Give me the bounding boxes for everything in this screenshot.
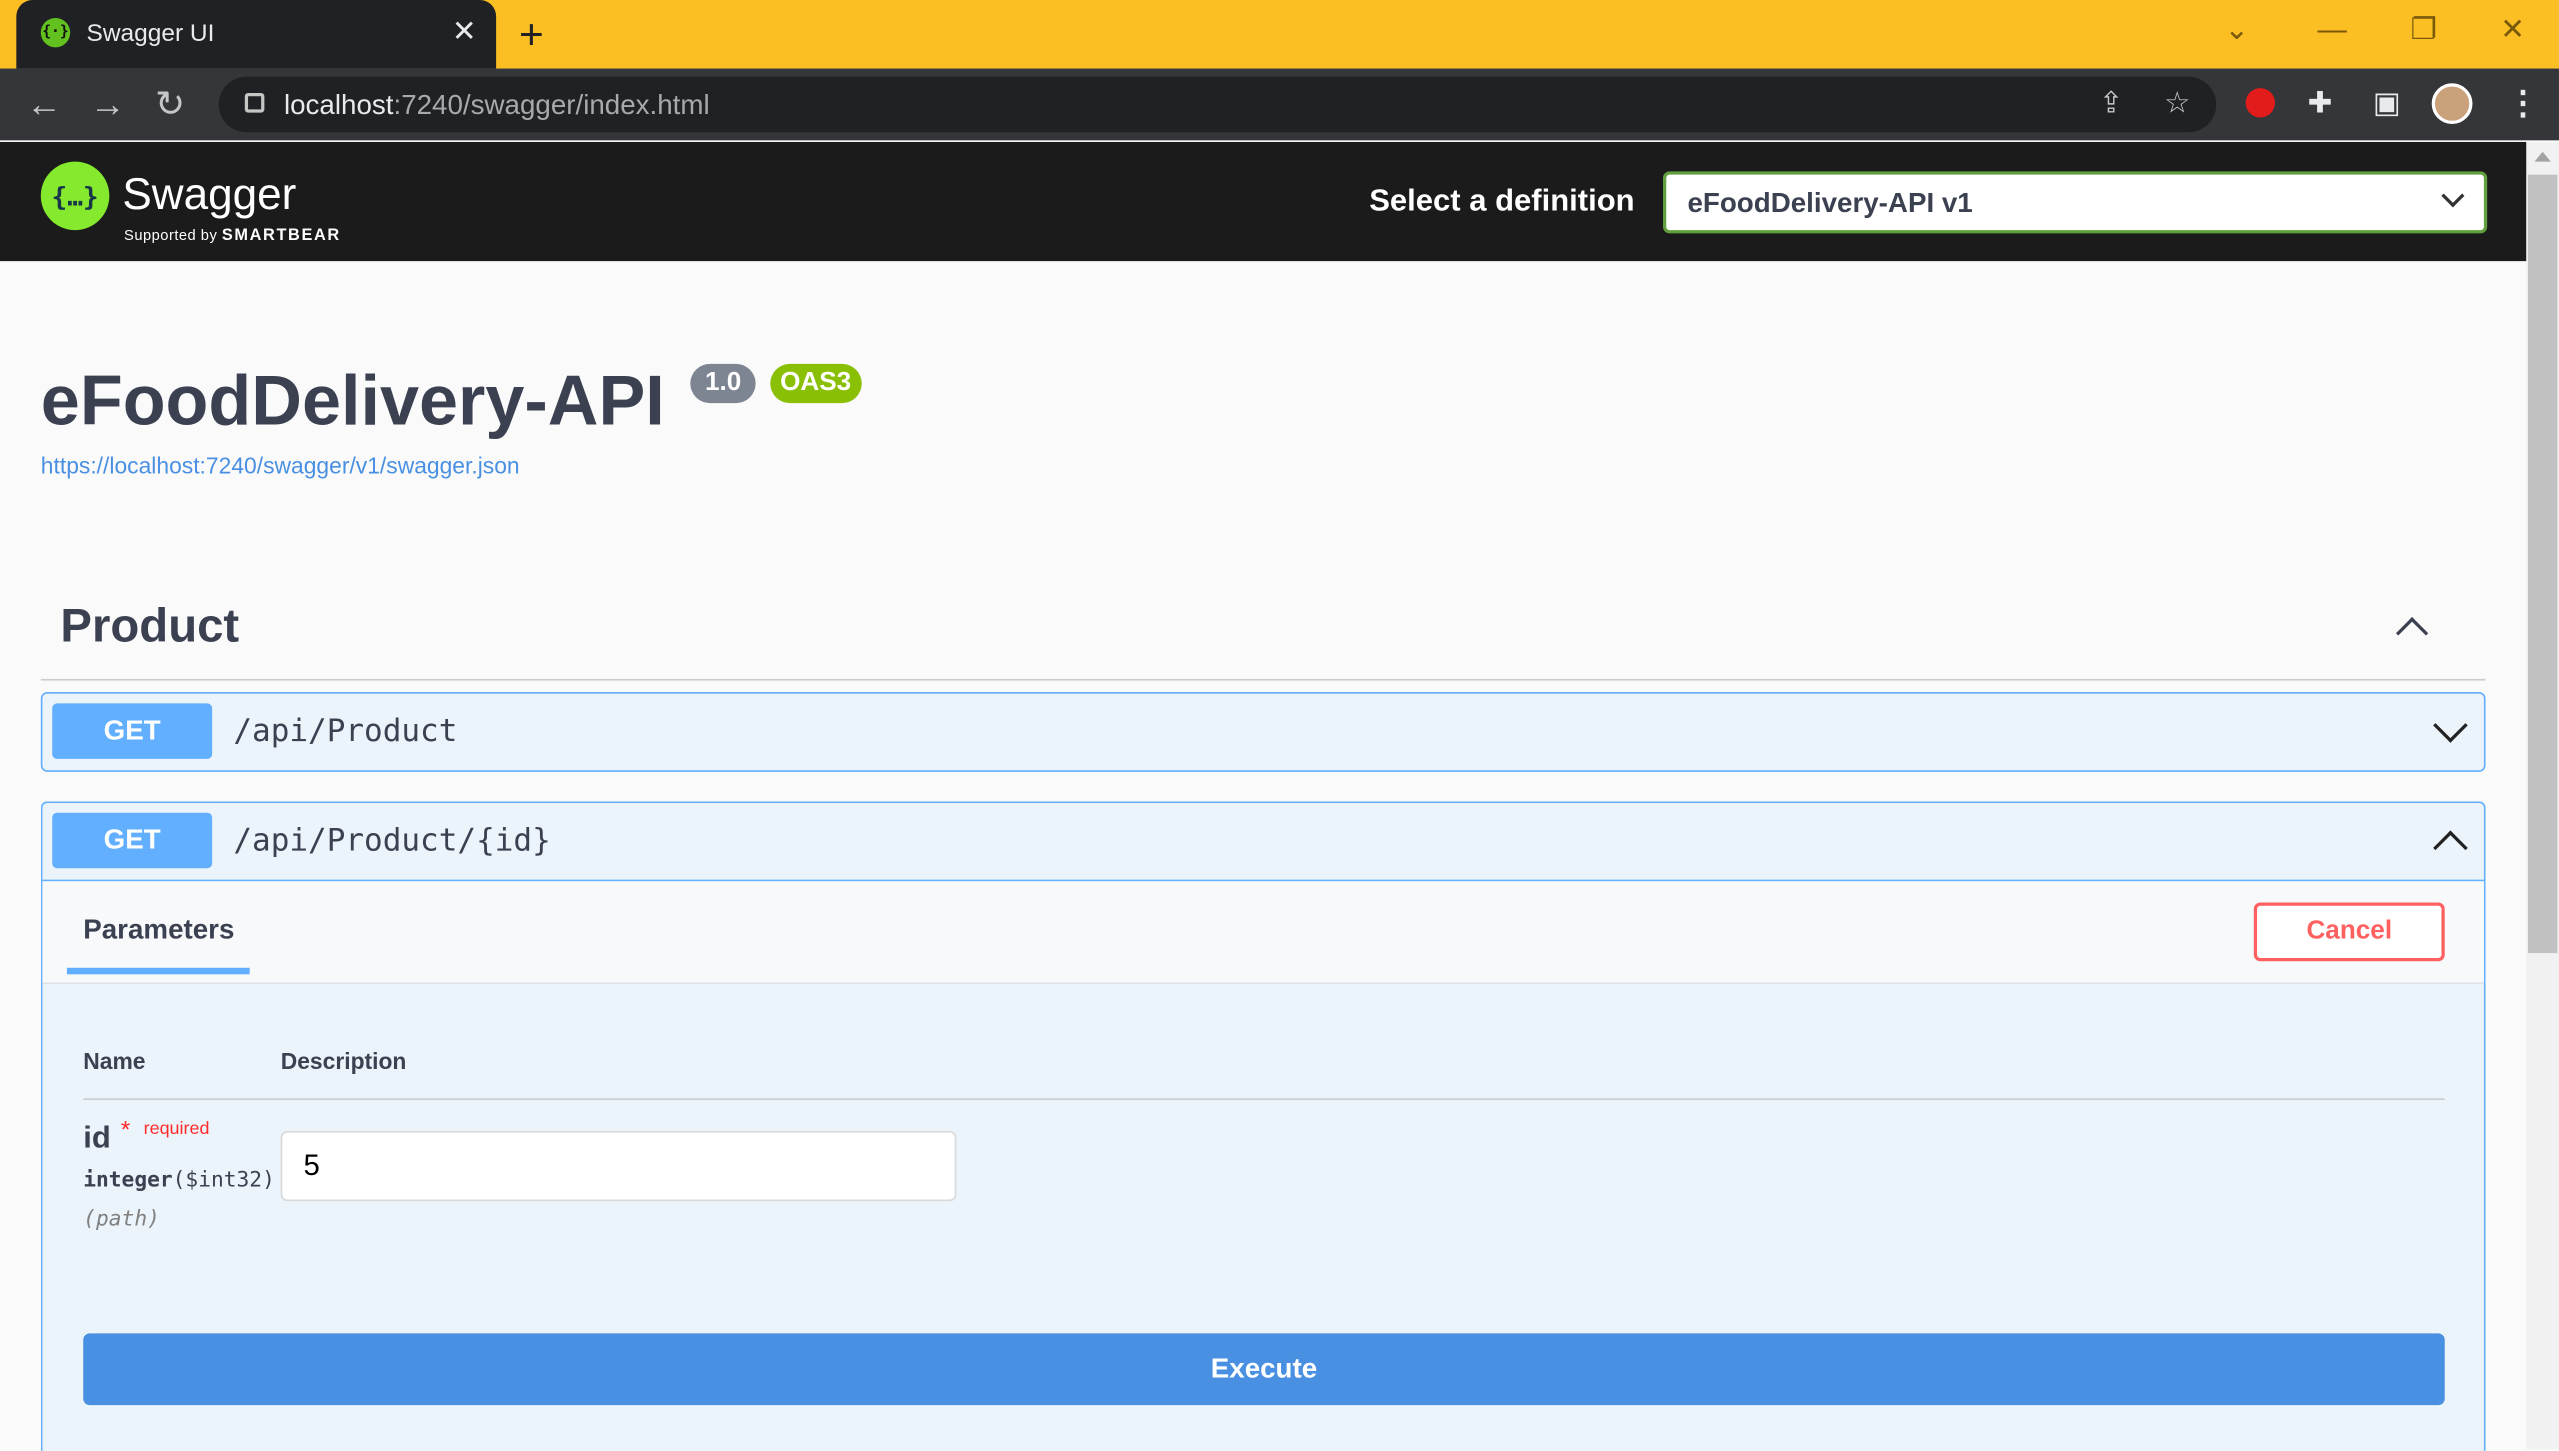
oas-badge: OAS3 [770, 363, 862, 404]
extensions-puzzle-icon[interactable]: ✚ [2308, 86, 2333, 120]
operation-summary[interactable]: GET /api/Product/{id} [42, 803, 2483, 880]
operation-get-product-by-id: GET /api/Product/{id} Parameters Cancel … [40, 801, 2486, 1451]
profile-avatar[interactable] [2431, 83, 2473, 125]
definition-select[interactable]: eFoodDelivery-API v1 [1663, 171, 2488, 234]
operation-path: /api/Product/{id} [233, 822, 551, 859]
browser-menu-icon[interactable]: ⋮ [2507, 83, 2540, 124]
chevron-up-icon[interactable] [2395, 617, 2429, 650]
new-tab-icon[interactable]: + [519, 10, 544, 61]
required-star: * [120, 1116, 131, 1145]
close-tab-icon[interactable]: ✕ [452, 15, 477, 49]
swagger-topbar: {…} Swagger Supported by SMARTBEAR Selec… [0, 141, 2527, 262]
spec-url-link[interactable]: https://localhost:7240/swagger/v1/swagge… [41, 452, 520, 478]
cancel-button[interactable]: Cancel [2253, 902, 2445, 962]
adblock-extension-icon[interactable] [2245, 88, 2276, 118]
close-window-icon[interactable]: ✕ [2500, 13, 2525, 47]
method-badge: GET [52, 703, 213, 759]
chevron-up-icon[interactable] [2433, 830, 2468, 866]
tab-search-icon[interactable]: ⌄ [2224, 13, 2249, 47]
id-parameter-input[interactable] [280, 1130, 957, 1202]
browser-toolbar: ← → ↻ localhost:7240/swagger/index.html … [0, 68, 2559, 141]
param-location: (path) [83, 1207, 160, 1233]
method-badge: GET [52, 812, 213, 869]
browser-window: {·} Swagger UI ✕ + ⌄ — ❐ ✕ ← → ↻ localho… [0, 0, 2559, 1451]
tab-active-indicator [66, 967, 250, 975]
api-title: eFoodDelivery-API [40, 362, 665, 441]
address-bar[interactable]: localhost:7240/swagger/index.html ⇪ ☆ [218, 76, 2217, 133]
parameters-header: Parameters Cancel [42, 881, 2484, 985]
back-icon[interactable]: ← [26, 83, 62, 125]
tag-title[interactable]: Product [60, 601, 239, 655]
swagger-favicon-icon: {·} [40, 17, 71, 48]
column-description-header: Description [280, 1047, 407, 1074]
url-text: localhost:7240/swagger/index.html [283, 89, 710, 121]
restore-icon[interactable]: ❐ [2410, 13, 2436, 47]
chevron-down-icon[interactable] [2433, 708, 2468, 743]
chevron-down-icon [2441, 184, 2465, 208]
tab-parameters[interactable]: Parameters [83, 914, 234, 947]
definition-select-value: eFoodDelivery-API v1 [1687, 187, 1973, 219]
operation-get-product[interactable]: GET /api/Product [40, 691, 2486, 772]
required-label: required [143, 1119, 210, 1140]
bookmark-star-icon[interactable]: ☆ [2164, 86, 2190, 120]
supported-by: Supported by SMARTBEAR [124, 226, 341, 245]
column-name-header: Name [83, 1047, 146, 1074]
scroll-up-arrow-icon[interactable] [2534, 151, 2551, 162]
reload-icon[interactable]: ↻ [155, 83, 185, 125]
table-header-divider [83, 1098, 2445, 1100]
param-type: integer($int32) [83, 1168, 275, 1193]
param-name: id [83, 1121, 111, 1156]
scrollbar-thumb[interactable] [2527, 174, 2558, 954]
swagger-logo-icon[interactable]: {…} [40, 161, 110, 231]
share-icon[interactable]: ⇪ [2099, 86, 2124, 120]
execute-button[interactable]: Execute [83, 1333, 2445, 1406]
side-panel-icon[interactable]: ▣ [2373, 86, 2401, 120]
operation-path: /api/Product [233, 713, 458, 750]
definition-label: Select a definition [1369, 184, 1635, 219]
swagger-brand[interactable]: Swagger [122, 170, 296, 221]
tab-strip: {·} Swagger UI ✕ + ⌄ — ❐ ✕ [0, 0, 2559, 69]
version-badge: 1.0 [690, 363, 757, 404]
tab-title: Swagger UI [86, 19, 215, 48]
lock-icon [244, 93, 265, 113]
browser-tab[interactable]: {·} Swagger UI ✕ [16, 0, 497, 69]
forward-icon[interactable]: → [90, 83, 126, 125]
minimize-icon[interactable]: — [2317, 13, 2346, 47]
tag-divider [40, 678, 2486, 681]
